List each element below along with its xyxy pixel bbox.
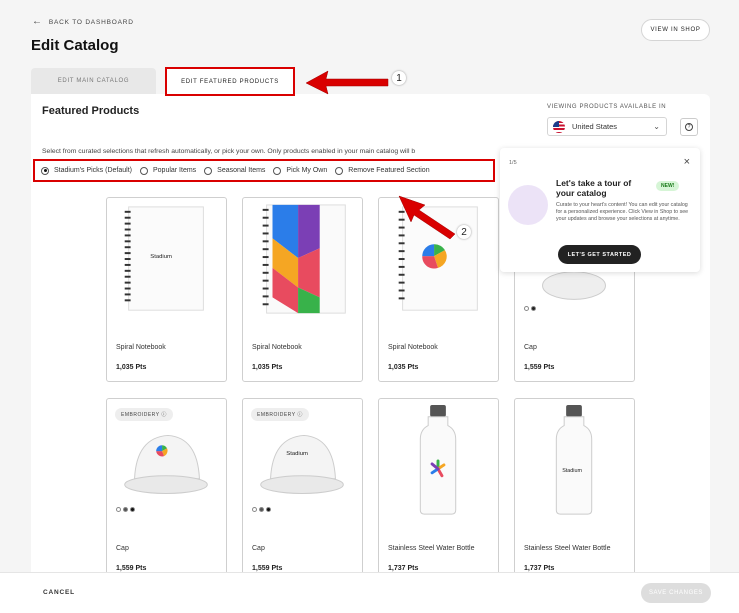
annotation-layer bbox=[305, 70, 456, 240]
annotation-arrow-1 bbox=[305, 70, 389, 95]
callout-1: 1 bbox=[392, 71, 406, 85]
annotation-arrow-2 bbox=[398, 195, 456, 240]
callout-2: 2 bbox=[457, 225, 471, 239]
